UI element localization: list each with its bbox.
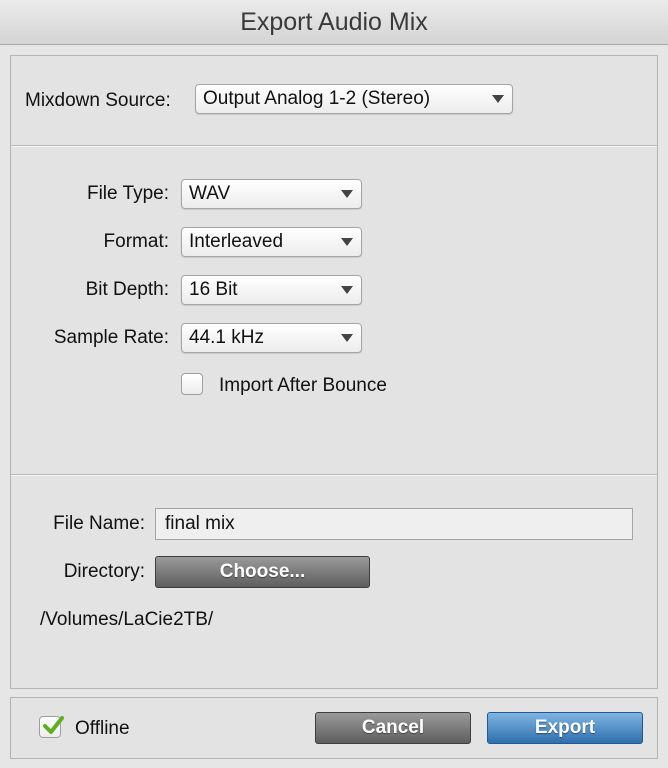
file-type-select[interactable]: WAV [181, 179, 362, 209]
file-name-label: File Name: [53, 513, 145, 534]
title-bar[interactable]: Export Audio Mix [0, 0, 668, 45]
chevron-down-icon [341, 238, 353, 246]
file-type-label: File Type: [86, 183, 169, 204]
window-title: Export Audio Mix [240, 8, 428, 36]
import-after-bounce-label: Import After Bounce [219, 375, 387, 396]
settings-panel: Mixdown Source: Output Analog 1-2 (Stere… [10, 55, 658, 689]
directory-label: Directory: [63, 561, 145, 582]
format-label: Format: [103, 231, 169, 252]
format-value: Interleaved [189, 231, 284, 252]
directory-path: /Volumes/LaCie2TB/ [40, 609, 214, 630]
export-audio-mix-dialog: Export Audio Mix Mixdown Source: Output … [0, 0, 668, 768]
mixdown-source-select[interactable]: Output Analog 1-2 (Stereo) [195, 84, 513, 114]
section-divider [11, 474, 657, 476]
offline-label: Offline [75, 718, 130, 739]
sample-rate-label: Sample Rate: [53, 327, 169, 348]
format-select[interactable]: Interleaved [181, 227, 362, 257]
offline-checkbox[interactable] [39, 716, 64, 738]
chevron-down-icon [341, 334, 353, 342]
mixdown-source-value: Output Analog 1-2 (Stereo) [203, 88, 431, 109]
sample-rate-select[interactable]: 44.1 kHz [181, 323, 362, 353]
bit-depth-value: 16 Bit [189, 279, 238, 300]
export-button[interactable]: Export [487, 712, 643, 744]
mixdown-source-label: Mixdown Source: [25, 90, 171, 111]
section-divider [11, 145, 657, 147]
import-after-bounce-checkbox[interactable] [181, 373, 203, 395]
choose-directory-button[interactable]: Choose... [155, 556, 370, 588]
chevron-down-icon [341, 190, 353, 198]
cancel-button[interactable]: Cancel [315, 712, 471, 744]
chevron-down-icon [492, 95, 504, 103]
bit-depth-label: Bit Depth: [85, 279, 169, 300]
bit-depth-select[interactable]: 16 Bit [181, 275, 362, 305]
footer-bar: Offline Cancel Export [10, 697, 658, 759]
checkmark-icon [43, 716, 64, 734]
chevron-down-icon [341, 286, 353, 294]
file-name-input[interactable]: final mix [155, 508, 633, 540]
sample-rate-value: 44.1 kHz [189, 327, 264, 348]
file-type-value: WAV [189, 183, 231, 204]
